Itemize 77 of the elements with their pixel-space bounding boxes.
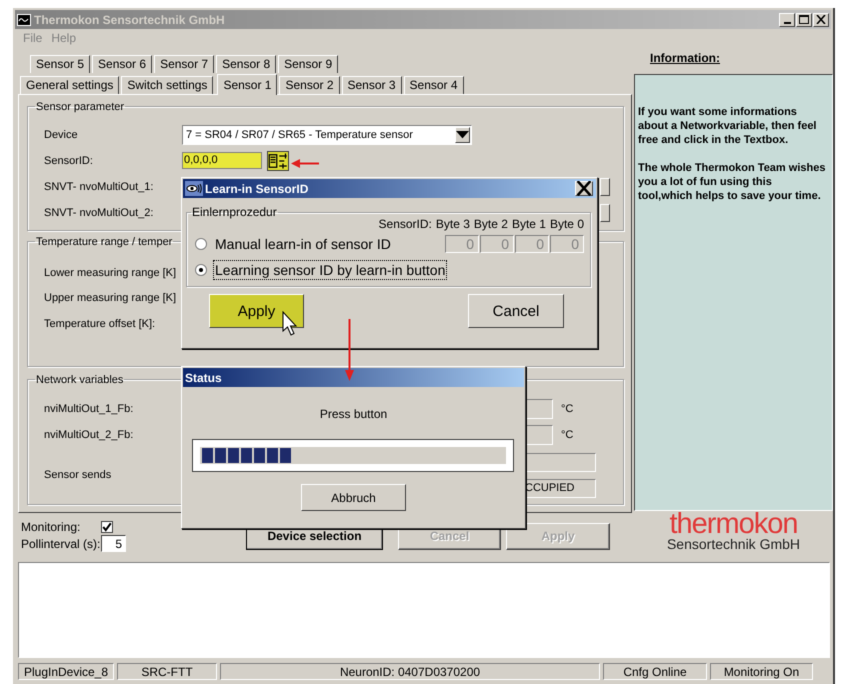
info-heading: Information: <box>650 50 721 67</box>
group-title: Einlernprozedur <box>191 205 278 219</box>
dialog-button[interactable]: Cancel <box>468 294 564 328</box>
field-label: Device <box>44 128 79 141</box>
field-label: Monitoring: <box>21 520 82 534</box>
tab[interactable]: Sensor 4 <box>404 76 464 94</box>
minimize-button[interactable] <box>779 12 795 26</box>
dialog-title: Status <box>183 368 524 387</box>
option-label[interactable]: Manual learn-in of sensor ID <box>213 234 393 254</box>
unit-label: °C <box>561 428 574 441</box>
field-label: SensorID: <box>378 217 432 231</box>
tab[interactable]: Sensor 3 <box>342 76 402 94</box>
tab[interactable]: Switch settings <box>121 76 214 94</box>
column-header: Byte 2 <box>474 217 508 231</box>
column-header: Byte 0 <box>550 217 584 231</box>
column-header: Byte 3 <box>436 217 470 231</box>
group-title: Temperature range / temper <box>35 236 174 248</box>
arrow <box>344 319 355 381</box>
tab[interactable]: Sensor 6 <box>92 54 152 73</box>
tab[interactable]: General settings <box>20 76 120 94</box>
tab[interactable]: Sensor 9 <box>278 54 338 73</box>
maximize-button[interactable] <box>796 12 812 26</box>
dialog-button[interactable]: Apply <box>209 294 304 328</box>
dropdown-arrow-icon <box>456 131 469 139</box>
arrow <box>291 158 320 169</box>
abort-button[interactable]: Abbruch <box>301 484 406 511</box>
window-title: Thermokon Sensortechnik GmbH <box>34 12 226 26</box>
field-label: Sensor sends <box>44 469 112 482</box>
field-label: Upper measuring range [K] <box>44 292 178 304</box>
minimize-icon <box>784 22 790 24</box>
field-label: Lower measuring range [K] <box>44 266 178 279</box>
spin-button[interactable] <box>600 178 610 196</box>
info-text: If you want some informations about a Networkvariable, then feel free and click in the Textbox. <box>638 105 818 147</box>
dialog-title: Learn-in SensorID <box>205 182 310 196</box>
logo-subtitle: Sensortechnik GmbH <box>666 537 800 552</box>
field-label: nviMultiOut_2_Fb: <box>44 428 134 441</box>
status-panel: PlugInDevice_8 <box>18 663 114 680</box>
info-text: The whole Thermokon Team wishes you a lot of fun using this tool,which helps to save your time. <box>638 161 826 203</box>
close-icon <box>816 15 826 24</box>
tab[interactable]: Sensor 2 <box>279 76 340 94</box>
tab[interactable]: Sensor 7 <box>154 54 214 73</box>
app-icon <box>17 14 31 26</box>
poll-interval-field[interactable]: 5 <box>101 535 126 552</box>
close-button[interactable] <box>575 181 593 196</box>
status-panel: SRC-FTT <box>117 663 217 680</box>
group-title: Network variables <box>35 374 124 386</box>
checkbox[interactable] <box>101 521 113 534</box>
sensor-id-field[interactable]: 0,0,0,0 <box>182 152 262 170</box>
radio-button[interactable] <box>195 238 207 250</box>
eye-icon <box>185 181 203 196</box>
radio-button[interactable] <box>195 264 207 276</box>
field-label: nviMultiOut_1_Fb: <box>44 402 134 415</box>
spin-button[interactable] <box>600 204 610 222</box>
pointer-icon <box>282 311 300 337</box>
learn-in-button[interactable] <box>267 150 289 171</box>
tab[interactable]: Sensor 5 <box>30 54 90 73</box>
device-dropdown[interactable]: 7 = SR04 / SR07 / SR65 - Temperature sensor <box>182 124 472 145</box>
status-panel: Monitoring On <box>710 663 813 680</box>
status-panel: Cnfg Online <box>603 663 707 680</box>
checkmark-icon <box>102 522 112 532</box>
option-label[interactable]: Learning sensor ID by learn-in button <box>213 260 448 280</box>
group-title: Sensor parameter <box>35 100 126 113</box>
sensor-icon <box>268 150 288 171</box>
close-icon <box>576 181 592 196</box>
status-message: Press button <box>318 407 388 421</box>
tab[interactable]: Sensor 8 <box>216 54 276 73</box>
status-panel: NeuronID: 0407D0370200 <box>220 663 600 680</box>
field-label: Temperature offset [K]: <box>44 318 156 330</box>
unit-label: °C <box>561 402 574 415</box>
maximize-icon <box>799 15 809 24</box>
field-label: Pollinterval (s): <box>21 536 101 551</box>
field-label: SNVT- nvoMultiOut_1: <box>44 180 154 193</box>
column-header: Byte 1 <box>512 217 546 231</box>
field-label: SNVT- nvoMultiOut_2: <box>44 206 154 219</box>
tab[interactable]: Sensor 1 <box>217 74 278 95</box>
field-label: SensorID: <box>44 154 94 167</box>
logo-wordmark: thermokon <box>669 511 798 537</box>
